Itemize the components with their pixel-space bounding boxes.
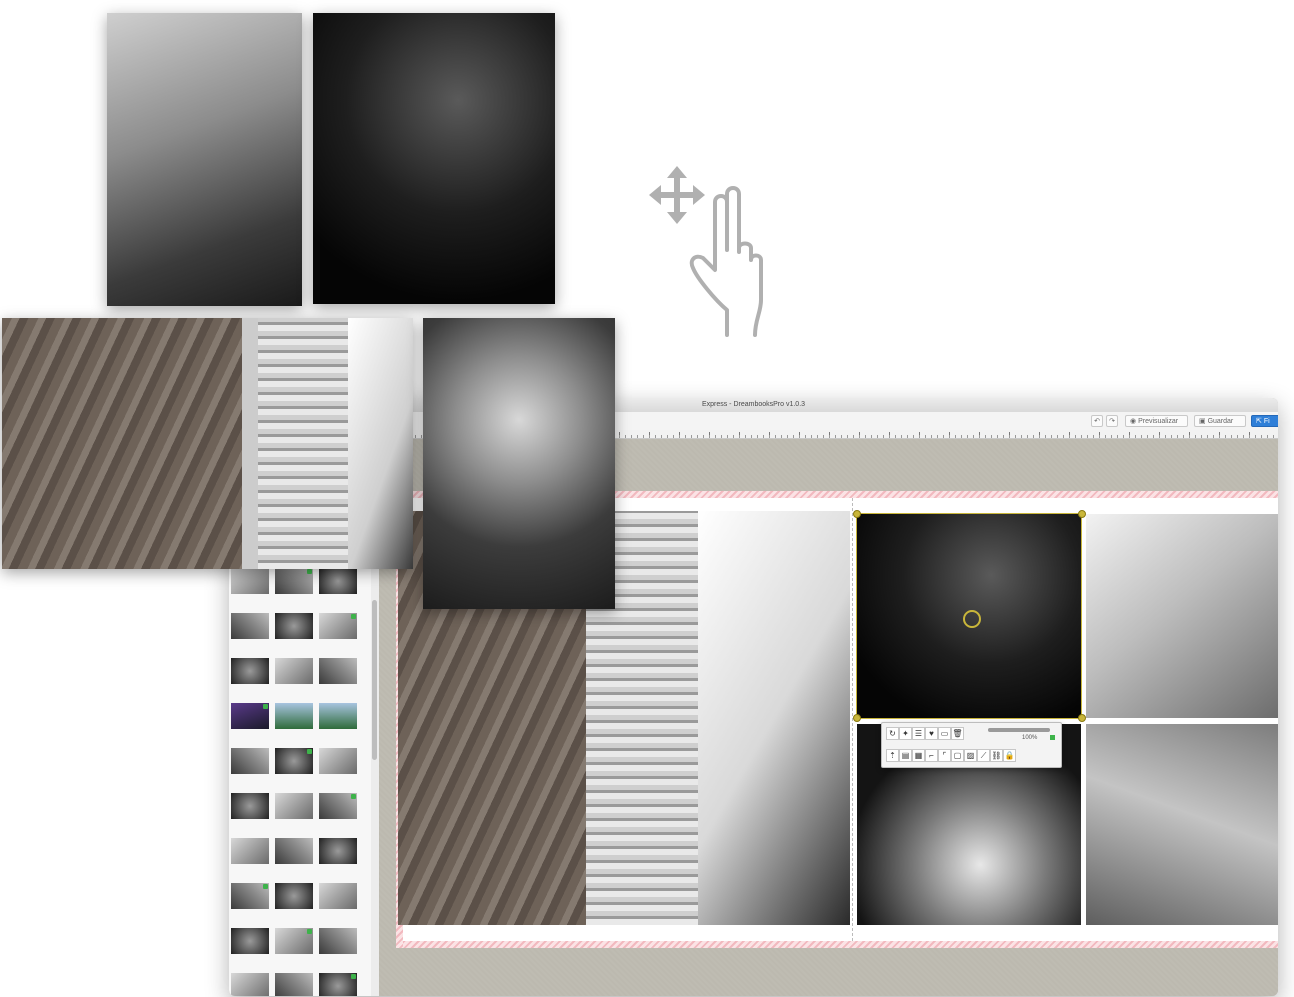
used-badge-icon [351, 614, 356, 619]
floating-wall-area [348, 318, 413, 569]
photo-thumbnail[interactable] [275, 928, 313, 954]
photo-thumbnail[interactable] [275, 658, 313, 684]
photo-thumbnail[interactable] [231, 793, 269, 819]
photo-thumbnail[interactable] [319, 928, 357, 954]
save-label: Guardar [1207, 418, 1234, 425]
preview-label: Previsualizar [1138, 418, 1179, 425]
floating-stairs-area [258, 318, 348, 569]
crop-icon[interactable]: ⌜ [938, 749, 951, 762]
bring-front-icon[interactable]: ⇡ [886, 749, 899, 762]
group-icon[interactable]: ▦ [912, 749, 925, 762]
spread-photo-dance[interactable] [856, 513, 1082, 719]
resize-handle-bl[interactable] [853, 714, 861, 722]
used-badge-icon [263, 884, 268, 889]
undo-button[interactable]: ↶ [1091, 415, 1103, 427]
rotate-icon[interactable]: ↻ [886, 727, 899, 740]
photo-thumbnail[interactable] [231, 613, 269, 639]
finish-label: Fi [1263, 418, 1270, 425]
resize-handle-tr[interactable] [1078, 510, 1086, 518]
used-badge-icon [263, 704, 268, 709]
photo-thumbnail[interactable] [275, 613, 313, 639]
bleed-bottom [396, 941, 1278, 948]
photo-thumbnail[interactable] [231, 883, 269, 909]
preview-button[interactable]: ◉ Previsualizar [1125, 415, 1188, 427]
photo-thumbnail[interactable] [231, 748, 269, 774]
spread-photo-car[interactable] [1086, 724, 1278, 925]
border-icon[interactable]: ▢ [951, 749, 964, 762]
photo-thumbnail[interactable] [319, 838, 357, 864]
photo-thumbnail[interactable] [275, 973, 313, 996]
floating-photo-bride-groom[interactable] [107, 13, 302, 306]
eye-icon: ◉ [1130, 418, 1137, 425]
photo-thumbnail[interactable] [275, 748, 313, 774]
redo-button[interactable]: ↷ [1106, 415, 1118, 427]
used-badge-icon [351, 794, 356, 799]
curve-icon[interactable]: ⟋ [977, 749, 990, 762]
link-icon[interactable]: ⛓ [990, 749, 1003, 762]
save-icon: ▣ [1199, 418, 1206, 425]
photo-thumbnail[interactable] [231, 703, 269, 729]
used-badge-icon [351, 974, 356, 979]
floating-photo-dance[interactable] [313, 13, 555, 304]
zoom-confirm-icon[interactable] [1050, 735, 1055, 740]
undo-icon: ↶ [1094, 418, 1100, 425]
used-badge-icon [307, 929, 312, 934]
focus-point-icon[interactable] [963, 610, 981, 628]
move-gesture-icon [649, 166, 763, 337]
photo-thumbnail[interactable] [231, 658, 269, 684]
filter-icon[interactable]: ▨ [964, 749, 977, 762]
redo-icon: ↷ [1109, 418, 1115, 425]
photo-thumbnail[interactable] [231, 838, 269, 864]
photo-thumbnail[interactable] [231, 568, 269, 594]
spread-photo-guests[interactable] [1086, 514, 1278, 718]
used-badge-icon [307, 569, 312, 574]
photo-thumbnail[interactable] [275, 883, 313, 909]
zoom-slider-fill [988, 728, 1050, 732]
photo-thumbnail[interactable] [231, 973, 269, 996]
zoom-slider[interactable] [988, 728, 1050, 732]
finish-button[interactable]: ⇱ Fi [1251, 415, 1278, 427]
floating-photo-crying-guest[interactable] [423, 318, 615, 609]
photo-thumbnail[interactable] [319, 703, 357, 729]
photo-thumbnail[interactable] [275, 703, 313, 729]
photo-thumbnail[interactable] [319, 613, 357, 639]
photo-thumbnail[interactable] [275, 793, 313, 819]
frame-icon[interactable]: ⌐ [925, 749, 938, 762]
zoom-value: 100% [1022, 735, 1038, 741]
share-icon: ⇱ [1256, 418, 1262, 425]
photo-thumbnail[interactable] [319, 658, 357, 684]
wall-area [698, 511, 850, 925]
floating-photo-stairs[interactable] [2, 318, 413, 569]
heart-icon[interactable]: ♥ [925, 727, 938, 740]
photo-thumbnail[interactable] [319, 793, 357, 819]
photo-edit-toolbar: ↻ ✦ ☰ ♥ ▭ 🗑 ⇡ ▤ ▦ ⌐ ⌜ ▢ ▨ ⟋ ⛓ 🔒 100% [881, 722, 1062, 768]
sidebar-scroll-thumb[interactable] [372, 600, 377, 760]
save-button[interactable]: ▣ Guardar [1194, 415, 1246, 427]
trash-icon[interactable]: 🗑 [951, 727, 964, 740]
image-icon[interactable]: ▭ [938, 727, 951, 740]
arrange-icon[interactable]: ▤ [899, 749, 912, 762]
lock-icon[interactable]: 🔒 [1003, 749, 1016, 762]
photo-thumbnail[interactable] [319, 973, 357, 996]
floating-floor-area [2, 318, 242, 569]
resize-handle-br[interactable] [1078, 714, 1086, 722]
photo-thumbnail[interactable] [275, 838, 313, 864]
photo-thumbnail[interactable] [275, 568, 313, 594]
resize-handle-tl[interactable] [853, 510, 861, 518]
used-badge-icon [307, 749, 312, 754]
photo-thumbnail[interactable] [319, 568, 357, 594]
adjust-icon[interactable]: ☰ [912, 727, 925, 740]
photo-thumbnail[interactable] [231, 928, 269, 954]
photo-thumbnail[interactable] [319, 748, 357, 774]
photo-thumbnail[interactable] [319, 883, 357, 909]
magic-wand-icon[interactable]: ✦ [899, 727, 912, 740]
